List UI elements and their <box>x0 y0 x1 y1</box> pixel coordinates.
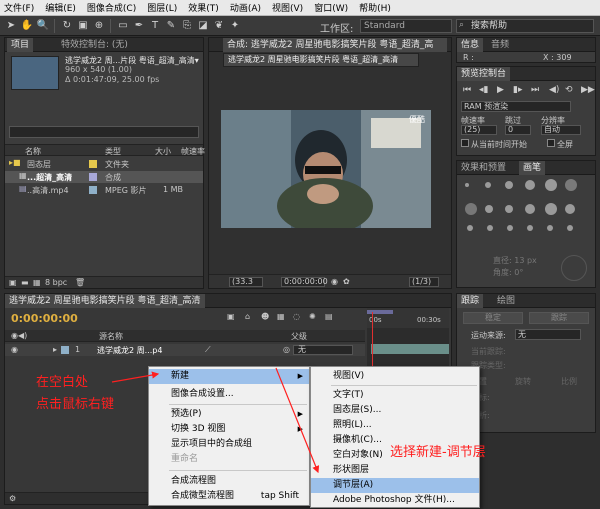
arrow-to-context-menu <box>111 371 160 383</box>
arrow-to-adjustment-layer <box>275 367 320 474</box>
annotation-arrows <box>111 367 320 474</box>
